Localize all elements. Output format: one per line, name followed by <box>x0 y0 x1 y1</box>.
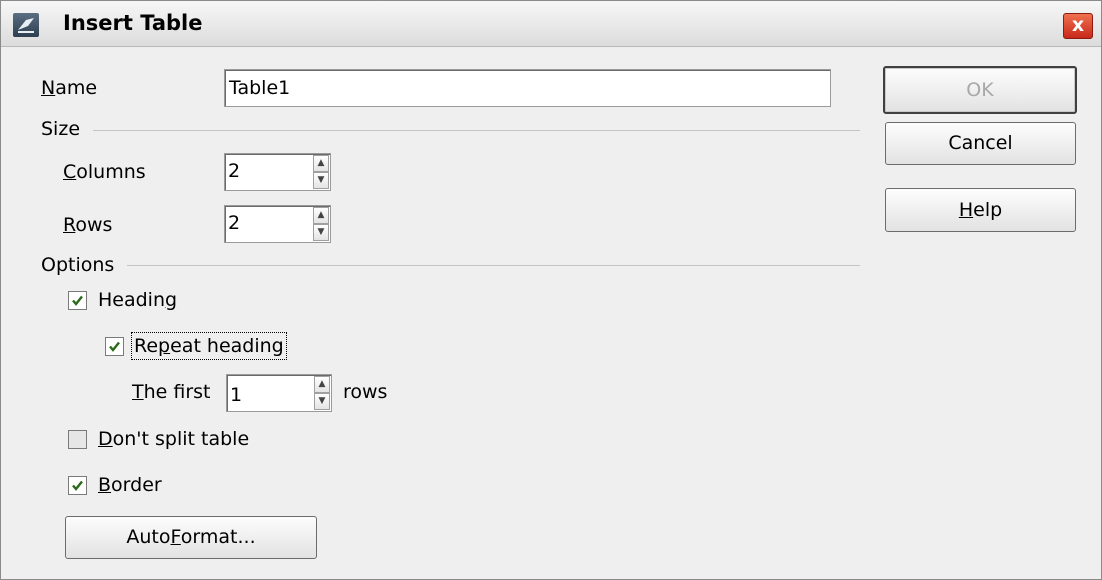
checkmark-icon <box>72 295 83 306</box>
rows-suffix-label: rows <box>343 381 388 403</box>
name-label: Name <box>41 77 98 99</box>
spin-down-icon[interactable]: ▼ <box>313 172 329 189</box>
cancel-button[interactable]: Cancel <box>885 122 1076 165</box>
app-icon <box>13 13 39 37</box>
columns-spinbox[interactable]: 2 ▲ ▼ <box>224 153 331 191</box>
autoformat-button[interactable]: AutoFormat... <box>65 516 317 559</box>
dont-split-table-label[interactable]: Don't split table <box>98 428 249 450</box>
spin-up-icon[interactable]: ▲ <box>314 376 330 393</box>
ok-button[interactable]: OK <box>883 66 1077 114</box>
insert-table-dialog: Insert Table x Name Table1 Size Columns … <box>0 0 1102 580</box>
size-section-heading: Size <box>41 118 81 140</box>
rows-spinbox[interactable]: 2 ▲ ▼ <box>224 205 331 243</box>
columns-value: 2 <box>228 160 241 182</box>
name-input[interactable]: Table1 <box>224 69 831 107</box>
spin-up-icon[interactable]: ▲ <box>313 207 329 224</box>
rows-value: 2 <box>228 212 241 234</box>
rows-label: Rows <box>63 214 113 236</box>
close-icon: x <box>1071 14 1085 36</box>
options-separator <box>127 265 860 266</box>
repeat-heading-label[interactable]: Repeat heading <box>131 332 287 360</box>
spin-down-icon[interactable]: ▼ <box>313 224 329 241</box>
repeat-heading-checkbox[interactable] <box>105 337 124 356</box>
close-button[interactable]: x <box>1063 13 1093 39</box>
options-section-heading: Options <box>41 254 115 276</box>
spin-down-icon[interactable]: ▼ <box>314 393 330 410</box>
checkmark-icon <box>109 341 120 352</box>
help-button[interactable]: Help <box>885 188 1076 232</box>
checkmark-icon <box>72 480 83 491</box>
heading-checkbox[interactable] <box>68 291 87 310</box>
the-first-label: The first <box>132 381 211 403</box>
the-first-spinbox[interactable]: 1 ▲ ▼ <box>226 374 332 412</box>
border-label[interactable]: Border <box>98 474 162 496</box>
heading-checkbox-label[interactable]: Heading <box>98 289 177 311</box>
border-checkbox[interactable] <box>68 476 87 495</box>
columns-label: Columns <box>63 161 146 183</box>
the-first-value: 1 <box>230 384 243 406</box>
size-separator <box>93 130 860 131</box>
dialog-title: Insert Table <box>63 11 203 35</box>
dont-split-table-checkbox[interactable] <box>68 430 87 449</box>
title-bar[interactable]: Insert Table x <box>1 1 1101 47</box>
spin-up-icon[interactable]: ▲ <box>313 155 329 172</box>
